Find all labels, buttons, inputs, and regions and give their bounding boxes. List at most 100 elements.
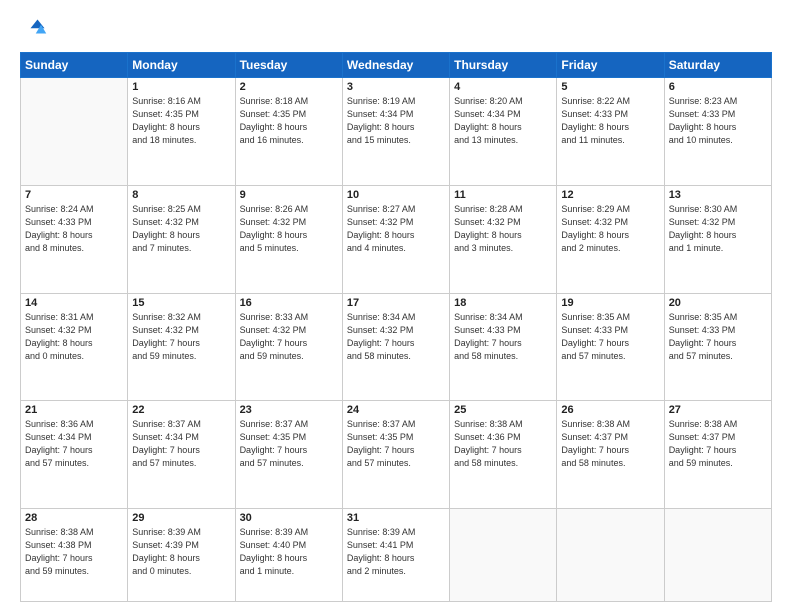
- day-number: 26: [561, 404, 659, 416]
- day-number: 14: [25, 297, 123, 309]
- calendar-cell: [664, 509, 771, 602]
- calendar-week-row: 14 Sunrise: 8:31 AMSunset: 4:32 PMDayligh…: [21, 293, 772, 401]
- day-info: Sunrise: 8:36 AMSunset: 4:34 PMDaylight:…: [25, 418, 123, 470]
- calendar-cell: 21 Sunrise: 8:36 AMSunset: 4:34 PMDayligh…: [21, 401, 128, 509]
- day-info: Sunrise: 8:25 AMSunset: 4:32 PMDaylight:…: [132, 203, 230, 255]
- calendar-cell: 16 Sunrise: 8:33 AMSunset: 4:32 PMDayligh…: [235, 293, 342, 401]
- day-info: Sunrise: 8:18 AMSunset: 4:35 PMDaylight:…: [240, 95, 338, 147]
- day-info: Sunrise: 8:37 AMSunset: 4:35 PMDaylight:…: [347, 418, 445, 470]
- calendar-cell: 27 Sunrise: 8:38 AMSunset: 4:37 PMDayligh…: [664, 401, 771, 509]
- day-info: Sunrise: 8:34 AMSunset: 4:33 PMDaylight:…: [454, 311, 552, 363]
- calendar-cell: 10 Sunrise: 8:27 AMSunset: 4:32 PMDayligh…: [342, 185, 449, 293]
- calendar-cell: 8 Sunrise: 8:25 AMSunset: 4:32 PMDaylight…: [128, 185, 235, 293]
- day-number: 8: [132, 189, 230, 201]
- day-info: Sunrise: 8:22 AMSunset: 4:33 PMDaylight:…: [561, 95, 659, 147]
- day-number: 15: [132, 297, 230, 309]
- day-info: Sunrise: 8:30 AMSunset: 4:32 PMDaylight:…: [669, 203, 767, 255]
- day-number: 13: [669, 189, 767, 201]
- weekday-header: Saturday: [664, 53, 771, 78]
- calendar-cell: 4 Sunrise: 8:20 AMSunset: 4:34 PMDaylight…: [450, 78, 557, 186]
- day-number: 18: [454, 297, 552, 309]
- day-number: 29: [132, 512, 230, 524]
- calendar-week-row: 21 Sunrise: 8:36 AMSunset: 4:34 PMDayligh…: [21, 401, 772, 509]
- day-info: Sunrise: 8:26 AMSunset: 4:32 PMDaylight:…: [240, 203, 338, 255]
- day-info: Sunrise: 8:39 AMSunset: 4:41 PMDaylight:…: [347, 526, 445, 578]
- calendar-week-row: 7 Sunrise: 8:24 AMSunset: 4:33 PMDaylight…: [21, 185, 772, 293]
- calendar-cell: 13 Sunrise: 8:30 AMSunset: 4:32 PMDayligh…: [664, 185, 771, 293]
- day-info: Sunrise: 8:28 AMSunset: 4:32 PMDaylight:…: [454, 203, 552, 255]
- day-info: Sunrise: 8:24 AMSunset: 4:33 PMDaylight:…: [25, 203, 123, 255]
- day-number: 12: [561, 189, 659, 201]
- day-number: 4: [454, 81, 552, 93]
- day-number: 11: [454, 189, 552, 201]
- day-info: Sunrise: 8:16 AMSunset: 4:35 PMDaylight:…: [132, 95, 230, 147]
- day-info: Sunrise: 8:38 AMSunset: 4:38 PMDaylight:…: [25, 526, 123, 578]
- calendar-cell: 14 Sunrise: 8:31 AMSunset: 4:32 PMDayligh…: [21, 293, 128, 401]
- calendar-week-row: 28 Sunrise: 8:38 AMSunset: 4:38 PMDayligh…: [21, 509, 772, 602]
- calendar-cell: 26 Sunrise: 8:38 AMSunset: 4:37 PMDayligh…: [557, 401, 664, 509]
- day-info: Sunrise: 8:38 AMSunset: 4:37 PMDaylight:…: [561, 418, 659, 470]
- calendar-cell: [21, 78, 128, 186]
- calendar-cell: 9 Sunrise: 8:26 AMSunset: 4:32 PMDaylight…: [235, 185, 342, 293]
- calendar-cell: 11 Sunrise: 8:28 AMSunset: 4:32 PMDayligh…: [450, 185, 557, 293]
- day-number: 23: [240, 404, 338, 416]
- day-info: Sunrise: 8:27 AMSunset: 4:32 PMDaylight:…: [347, 203, 445, 255]
- day-number: 28: [25, 512, 123, 524]
- calendar-cell: 18 Sunrise: 8:34 AMSunset: 4:33 PMDayligh…: [450, 293, 557, 401]
- day-number: 6: [669, 81, 767, 93]
- day-number: 2: [240, 81, 338, 93]
- calendar-cell: 31 Sunrise: 8:39 AMSunset: 4:41 PMDayligh…: [342, 509, 449, 602]
- day-number: 9: [240, 189, 338, 201]
- day-number: 7: [25, 189, 123, 201]
- day-info: Sunrise: 8:31 AMSunset: 4:32 PMDaylight:…: [25, 311, 123, 363]
- day-number: 5: [561, 81, 659, 93]
- day-info: Sunrise: 8:29 AMSunset: 4:32 PMDaylight:…: [561, 203, 659, 255]
- calendar-cell: 28 Sunrise: 8:38 AMSunset: 4:38 PMDayligh…: [21, 509, 128, 602]
- calendar-cell: 2 Sunrise: 8:18 AMSunset: 4:35 PMDaylight…: [235, 78, 342, 186]
- day-number: 27: [669, 404, 767, 416]
- day-info: Sunrise: 8:34 AMSunset: 4:32 PMDaylight:…: [347, 311, 445, 363]
- day-number: 24: [347, 404, 445, 416]
- calendar-cell: 7 Sunrise: 8:24 AMSunset: 4:33 PMDaylight…: [21, 185, 128, 293]
- day-info: Sunrise: 8:38 AMSunset: 4:37 PMDaylight:…: [669, 418, 767, 470]
- day-info: Sunrise: 8:19 AMSunset: 4:34 PMDaylight:…: [347, 95, 445, 147]
- header: [20, 16, 772, 44]
- calendar-cell: 20Sunrise: 8:35 AMSunset: 4:33 PMDayligh…: [664, 293, 771, 401]
- day-info: Sunrise: 8:39 AMSunset: 4:39 PMDaylight:…: [132, 526, 230, 578]
- day-number: 10: [347, 189, 445, 201]
- weekday-header: Wednesday: [342, 53, 449, 78]
- calendar-cell: 17 Sunrise: 8:34 AMSunset: 4:32 PMDayligh…: [342, 293, 449, 401]
- weekday-header: Sunday: [21, 53, 128, 78]
- calendar-cell: 30Sunrise: 8:39 AMSunset: 4:40 PMDayligh…: [235, 509, 342, 602]
- day-number: 21: [25, 404, 123, 416]
- day-number: 17: [347, 297, 445, 309]
- calendar-cell: 19Sunrise: 8:35 AMSunset: 4:33 PMDayligh…: [557, 293, 664, 401]
- day-number: 16: [240, 297, 338, 309]
- day-number: 22: [132, 404, 230, 416]
- calendar-week-row: 1Sunrise: 8:16 AMSunset: 4:35 PMDaylight…: [21, 78, 772, 186]
- day-info: Sunrise: 8:39 AMSunset: 4:40 PMDaylight:…: [240, 526, 338, 578]
- calendar-cell: 29 Sunrise: 8:39 AMSunset: 4:39 PMDayligh…: [128, 509, 235, 602]
- calendar-cell: [450, 509, 557, 602]
- day-info: Sunrise: 8:20 AMSunset: 4:34 PMDaylight:…: [454, 95, 552, 147]
- calendar-cell: 23 Sunrise: 8:37 AMSunset: 4:35 PMDayligh…: [235, 401, 342, 509]
- day-info: Sunrise: 8:35 AMSunset: 4:33 PMDaylight:…: [669, 311, 767, 363]
- day-info: Sunrise: 8:23 AMSunset: 4:33 PMDaylight:…: [669, 95, 767, 147]
- calendar-cell: 3Sunrise: 8:19 AMSunset: 4:34 PMDaylight…: [342, 78, 449, 186]
- calendar-table: SundayMondayTuesdayWednesdayThursdayFrid…: [20, 52, 772, 602]
- day-info: Sunrise: 8:37 AMSunset: 4:34 PMDaylight:…: [132, 418, 230, 470]
- logo: [20, 16, 52, 44]
- day-info: Sunrise: 8:37 AMSunset: 4:35 PMDaylight:…: [240, 418, 338, 470]
- calendar-cell: 22 Sunrise: 8:37 AMSunset: 4:34 PMDayligh…: [128, 401, 235, 509]
- day-info: Sunrise: 8:35 AMSunset: 4:33 PMDaylight:…: [561, 311, 659, 363]
- calendar-cell: [557, 509, 664, 602]
- day-number: 31: [347, 512, 445, 524]
- weekday-header: Tuesday: [235, 53, 342, 78]
- weekday-header: Thursday: [450, 53, 557, 78]
- calendar-cell: 6 Sunrise: 8:23 AMSunset: 4:33 PMDaylight…: [664, 78, 771, 186]
- day-info: Sunrise: 8:33 AMSunset: 4:32 PMDaylight:…: [240, 311, 338, 363]
- calendar-cell: 24 Sunrise: 8:37 AMSunset: 4:35 PMDayligh…: [342, 401, 449, 509]
- calendar-cell: 5 Sunrise: 8:22 AMSunset: 4:33 PMDaylight…: [557, 78, 664, 186]
- page: SundayMondayTuesdayWednesdayThursdayFrid…: [0, 0, 792, 612]
- logo-icon: [20, 16, 48, 44]
